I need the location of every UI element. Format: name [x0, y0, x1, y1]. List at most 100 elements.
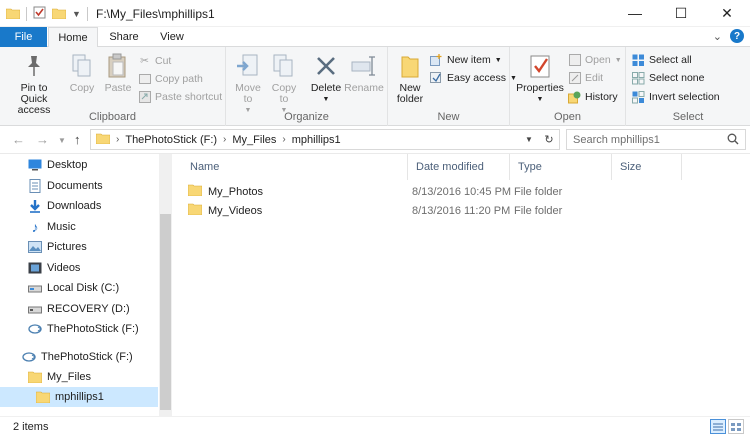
table-row[interactable]: My_Videos 8/13/2016 11:20 PM File folder	[182, 201, 732, 220]
nav-item-pictures[interactable]: Pictures	[0, 237, 158, 257]
breadcrumb-drive[interactable]: ThePhotoStick (F:)	[125, 134, 217, 146]
table-row[interactable]: My_Photos 8/13/2016 10:45 PM File folder	[182, 182, 732, 201]
paste-shortcut-icon	[138, 91, 151, 104]
breadcrumb-chevron-icon: ›	[223, 134, 227, 145]
invert-selection-icon	[632, 90, 645, 104]
documents-icon	[28, 179, 42, 193]
details-view-icon[interactable]	[710, 419, 726, 434]
breadcrumb-mphillips1[interactable]: mphillips1	[292, 134, 341, 146]
up-arrow-icon[interactable]: ↑	[74, 132, 81, 147]
move-to-button[interactable]: Move to ▼	[230, 51, 266, 116]
address-dropdown-chevron-icon[interactable]: ▼	[519, 135, 539, 144]
scissors-icon: ✂	[140, 55, 149, 67]
edit-icon	[568, 72, 581, 85]
close-button[interactable]: ✕	[704, 0, 750, 26]
select-group-label: Select	[672, 111, 704, 123]
forward-arrow-icon[interactable]: →	[36, 132, 49, 147]
properties-button[interactable]: Properties ▼	[514, 51, 566, 105]
recent-locations-chevron-icon[interactable]: ▼	[58, 136, 66, 145]
nav-item-music[interactable]: ♪ Music	[0, 217, 158, 237]
select-none-button[interactable]: Select none	[632, 70, 704, 86]
copy-path-button[interactable]: Copy path	[138, 71, 203, 87]
edit-button[interactable]: Edit	[568, 70, 603, 86]
select-group: Select all Select none Invert selection …	[626, 47, 750, 126]
new-group-label: New	[437, 111, 460, 123]
usb-drive-icon	[28, 322, 42, 336]
folder-icon	[36, 390, 50, 404]
nav-item-local-disk[interactable]: Local Disk (C:)	[0, 278, 158, 298]
file-list: Name Date modified Type Size My_Photos 8…	[172, 154, 750, 416]
properties-check-icon[interactable]	[33, 6, 46, 22]
file-date: 8/13/2016 10:45 PM	[412, 185, 512, 198]
easy-access-icon	[430, 72, 443, 85]
copy-path-icon	[138, 73, 151, 86]
properties-icon	[525, 51, 555, 81]
copy-icon	[67, 51, 97, 81]
pin-to-quick-access-button[interactable]: Pin to Quick access	[4, 51, 64, 116]
clipboard-group: Pin to Quick access Copy Paste ✂ Cut Cop…	[0, 47, 226, 126]
delete-button[interactable]: Delete ▼	[308, 51, 344, 105]
paste-button[interactable]: Paste	[100, 51, 136, 94]
desktop-icon	[28, 158, 42, 172]
help-icon[interactable]: ?	[730, 29, 744, 43]
minimize-button[interactable]: —	[612, 0, 658, 26]
folder-icon	[187, 203, 203, 218]
rename-button[interactable]: Rename	[344, 51, 384, 94]
large-icons-view-icon[interactable]	[728, 419, 744, 434]
refresh-icon[interactable]: ↻	[539, 133, 559, 146]
new-folder-button[interactable]: New folder	[392, 51, 428, 105]
tab-share[interactable]: Share	[104, 27, 144, 47]
new-item-button[interactable]: New item ▼	[430, 52, 502, 68]
nav-item-desktop[interactable]: Desktop	[0, 155, 158, 175]
column-header-size[interactable]: Size	[612, 154, 682, 180]
organize-group-label: Organize	[284, 111, 329, 123]
column-header-date-modified[interactable]: Date modified	[408, 154, 510, 180]
ribbon-collapse-icon[interactable]: ⌄	[713, 30, 722, 43]
open-button[interactable]: Open ▼	[568, 52, 622, 68]
clipboard-group-label: Clipboard	[88, 111, 137, 123]
select-all-icon	[632, 54, 645, 67]
disk-icon	[28, 302, 42, 316]
nav-item-downloads[interactable]: Downloads	[0, 196, 158, 216]
nav-item-videos[interactable]: Videos	[0, 258, 158, 278]
tab-home[interactable]: Home	[48, 27, 98, 48]
new-folder-icon[interactable]	[51, 7, 67, 22]
column-header-name[interactable]: Name	[182, 154, 408, 180]
address-row: ← → ▼ ↑ › ThePhotoStick (F:) › My_Files …	[0, 126, 750, 154]
nav-item-photostick-tree[interactable]: ThePhotoStick (F:)	[0, 347, 158, 367]
copy-button[interactable]: Copy	[64, 51, 100, 94]
cut-button[interactable]: ✂ Cut	[138, 53, 171, 69]
search-input[interactable]: Search mphillips1	[566, 129, 746, 150]
open-group: Properties ▼ Open ▼ Edit History Open	[510, 47, 626, 126]
copy-to-button[interactable]: Copy to ▼	[266, 51, 302, 116]
paste-shortcut-button[interactable]: Paste shortcut	[138, 89, 222, 105]
nav-item-documents[interactable]: Documents	[0, 176, 158, 196]
tab-file[interactable]: File	[0, 27, 47, 47]
invert-selection-button[interactable]: Invert selection	[632, 89, 720, 105]
address-bar[interactable]: › ThePhotoStick (F:) › My_Files › mphill…	[90, 129, 560, 150]
back-arrow-icon[interactable]: ←	[12, 132, 25, 147]
nav-item-recovery[interactable]: RECOVERY (D:)	[0, 299, 158, 319]
new-folder-icon	[395, 51, 425, 81]
open-group-label: Open	[554, 111, 581, 123]
nav-item-photostick[interactable]: ThePhotoStick (F:)	[0, 319, 158, 339]
music-icon: ♪	[31, 219, 39, 235]
chevron-down-icon: ▼	[536, 96, 544, 103]
move-to-icon	[233, 51, 263, 81]
item-count: 2 items	[13, 420, 49, 433]
history-button[interactable]: History	[568, 89, 618, 105]
breadcrumb-chevron-icon: ›	[116, 134, 120, 145]
maximize-button[interactable]: ☐	[658, 0, 704, 26]
easy-access-button[interactable]: Easy access ▼	[430, 70, 517, 86]
breadcrumb-my-files[interactable]: My_Files	[232, 134, 276, 146]
select-all-button[interactable]: Select all	[632, 52, 692, 68]
paste-icon	[103, 51, 133, 81]
tab-view[interactable]: View	[152, 27, 192, 47]
nav-pane-scrollbar-thumb[interactable]	[160, 214, 171, 410]
nav-item-my-files[interactable]: My_Files	[0, 367, 158, 387]
window-title: F:\My_Files\mphillips1	[96, 7, 215, 21]
column-header-type[interactable]: Type	[510, 154, 612, 180]
folder-icon[interactable]	[5, 7, 21, 22]
nav-item-mphillips1[interactable]: mphillips1	[0, 387, 158, 407]
qat-dropdown-icon[interactable]: ▼	[72, 9, 81, 19]
